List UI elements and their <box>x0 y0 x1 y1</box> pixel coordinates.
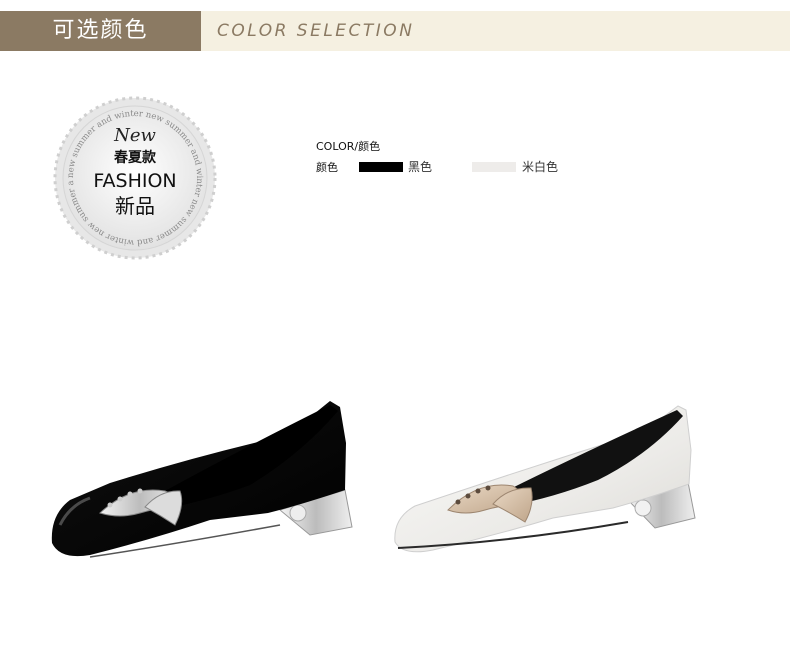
header-title-en: COLOR SELECTION <box>217 21 415 41</box>
new-fashion-badge: new summer and winter new summer and win… <box>53 96 217 260</box>
white-pump-shoe-image <box>394 405 696 553</box>
badge-new-script: New <box>113 125 156 146</box>
header-title-cn: 可选颜色 <box>0 11 201 51</box>
color-name-cream: 米白色 <box>522 160 559 174</box>
color-swatch-cream[interactable] <box>472 162 516 172</box>
badge-new-cn: 新品 <box>115 194 155 218</box>
color-title: COLOR/颜色 <box>316 140 381 153</box>
black-pump-shoe-image <box>51 401 353 558</box>
color-row-label: 颜色 <box>316 161 338 174</box>
color-name-black: 黑色 <box>408 160 433 174</box>
badge-fashion: FASHION <box>93 170 176 192</box>
header-title-bar: COLOR SELECTION <box>201 11 790 51</box>
color-swatch-black[interactable] <box>359 162 403 172</box>
badge-season-cn: 春夏款 <box>113 149 157 166</box>
color-options-panel: COLOR/颜色 颜色 黑色 米白色 <box>316 138 616 178</box>
color-selection-header: 可选颜色 COLOR SELECTION <box>0 11 790 51</box>
